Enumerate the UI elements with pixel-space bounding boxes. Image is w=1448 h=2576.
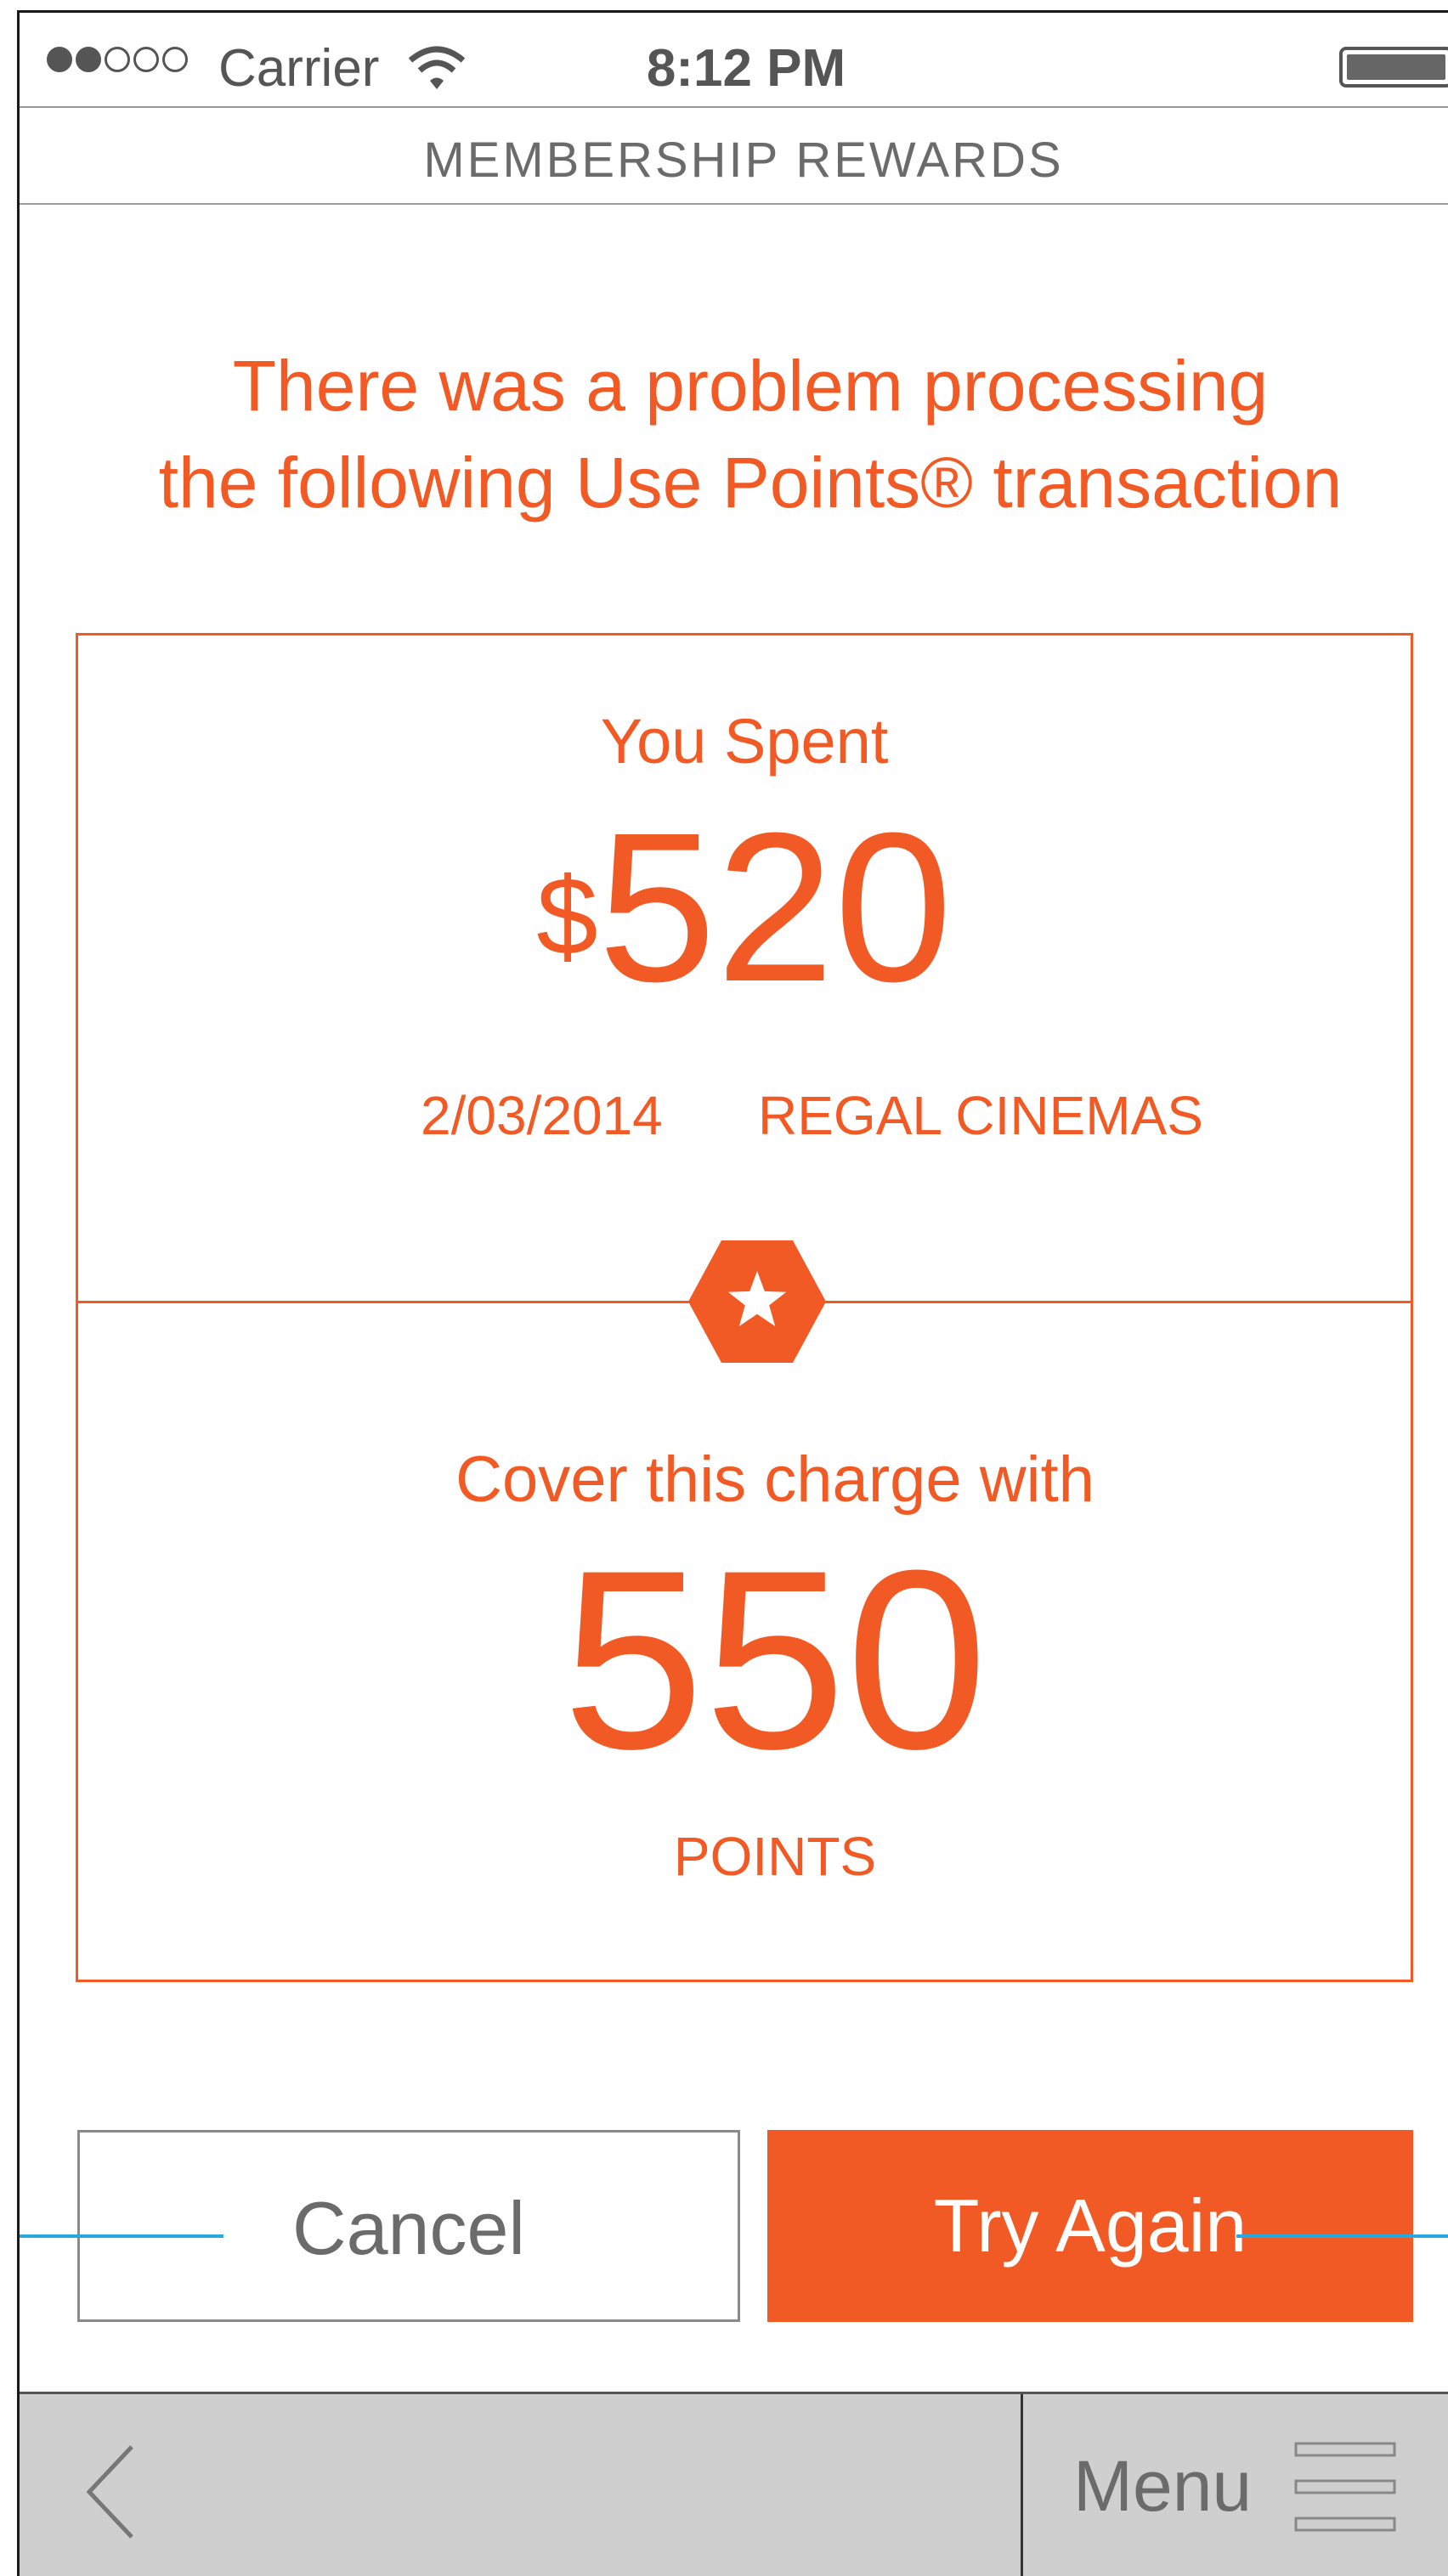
cancel-label: Cancel xyxy=(292,2186,525,2270)
transaction-card: You Spent $520 2/03/2014 REGAL CINEMAS C… xyxy=(76,633,1413,1982)
back-button[interactable] xyxy=(79,2437,164,2547)
page-title: MEMBERSHIP REWARDS xyxy=(423,133,1064,188)
battery-icon xyxy=(1339,47,1448,88)
menu-label: Menu xyxy=(1073,2446,1253,2526)
hamburger-menu-icon xyxy=(1294,2442,1396,2532)
transaction-merchant: REGAL CINEMAS xyxy=(758,1085,1203,1146)
battery-level xyxy=(1347,54,1445,80)
points-unit: POINTS xyxy=(673,1826,877,1887)
nav-divider xyxy=(1021,2394,1023,2576)
spent-amount: $520 xyxy=(78,797,1411,1018)
app-header: MEMBERSHIP REWARDS xyxy=(20,108,1448,205)
annotation-connector xyxy=(20,2234,223,2238)
phone-screen: Carrier 8:12 PM MEMBERSHIP REWARDS There… xyxy=(17,10,1448,2576)
cancel-button[interactable]: Cancel xyxy=(77,2130,740,2322)
menu-button[interactable]: Menu xyxy=(1073,2428,1447,2547)
status-bar: Carrier 8:12 PM xyxy=(20,13,1448,108)
chevron-left-icon xyxy=(86,2445,133,2539)
spent-label: You Spent xyxy=(600,706,889,777)
cover-label: Cover this charge with xyxy=(455,1443,1094,1516)
clock-time: 8:12 PM xyxy=(646,39,846,98)
try-again-label: Try Again xyxy=(933,2183,1247,2268)
points-value: 550 xyxy=(562,1517,988,1802)
star-hexagon-icon xyxy=(688,1240,826,1363)
amount-value: 520 xyxy=(597,788,953,1025)
error-message: There was a problem processing the follo… xyxy=(20,337,1448,531)
error-line-2: the following Use Points® transaction xyxy=(158,443,1343,523)
try-again-button[interactable]: Try Again xyxy=(767,2130,1413,2322)
error-line-1: There was a problem processing xyxy=(232,346,1269,426)
annotation-connector xyxy=(1236,2234,1448,2238)
currency-symbol: $ xyxy=(536,854,598,978)
transaction-date: 2/03/2014 xyxy=(421,1085,663,1146)
bottom-nav-bar: Menu xyxy=(20,2392,1448,2576)
